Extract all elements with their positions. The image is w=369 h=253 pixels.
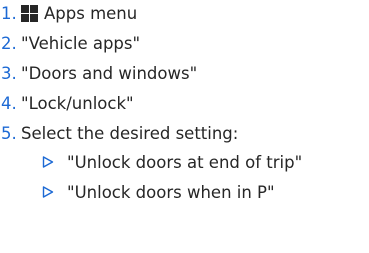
substep-label: "Unlock doors at end of trip" [67, 152, 303, 172]
step-number: 4. [1, 93, 17, 113]
step-label: "Vehicle apps" [21, 33, 141, 53]
step-label: Select the desired setting: [21, 123, 239, 143]
substep-item: "Unlock doors at end of trip" [42, 153, 302, 172]
step-number: 2. [1, 33, 17, 53]
step-label: Apps menu [44, 3, 138, 23]
triangle-right-icon [42, 156, 54, 168]
step-number: 3. [1, 63, 17, 83]
step-label: "Lock/unlock" [21, 93, 134, 113]
step-number: 5. [1, 123, 17, 143]
substep-label: "Unlock doors when in P" [67, 182, 275, 202]
apps-grid-icon [21, 4, 38, 22]
step-number: 1. [1, 3, 17, 23]
substep-item: "Unlock doors when in P" [42, 183, 275, 202]
step-label: "Doors and windows" [21, 63, 198, 83]
step-text: Apps menu [21, 4, 137, 23]
triangle-right-icon [42, 186, 54, 198]
